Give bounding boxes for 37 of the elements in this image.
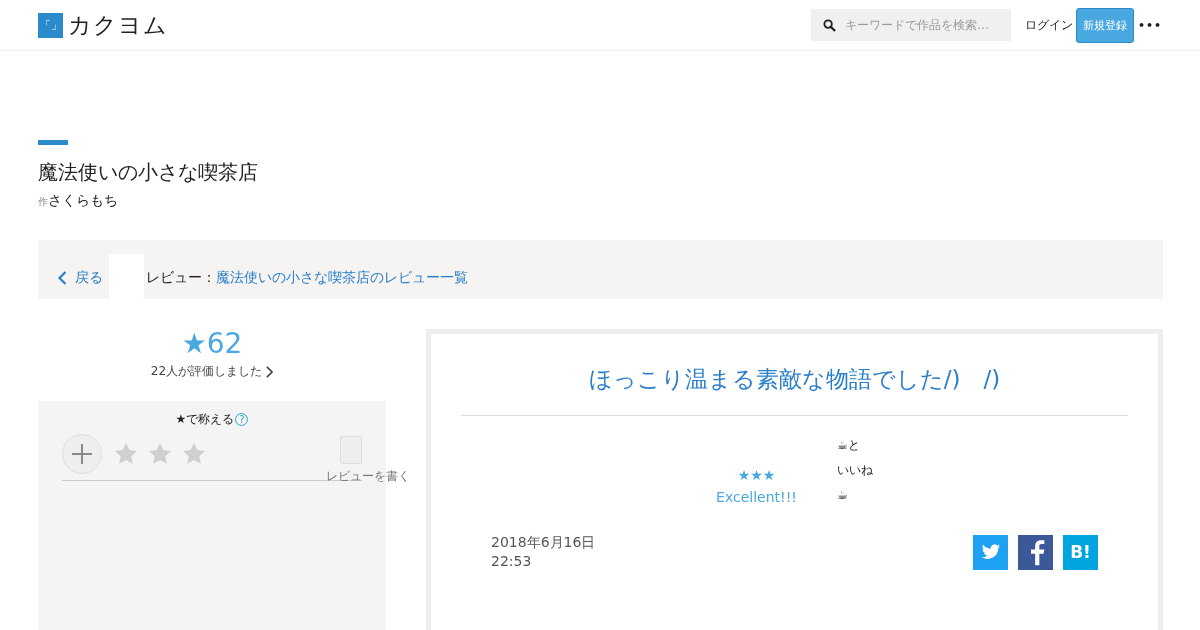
star-icon[interactable] xyxy=(148,442,172,466)
review-verdict: Excellent!!! xyxy=(716,489,797,505)
breadcrumb-label: レビュー： xyxy=(146,269,216,287)
bird-icon xyxy=(980,542,1001,562)
hatena-share-button[interactable]: B! xyxy=(1063,534,1098,570)
twitter-share-button[interactable] xyxy=(973,534,1008,570)
search-field[interactable]: キーワードで作品を検索… xyxy=(810,9,1011,41)
accent-bar xyxy=(38,140,68,145)
back-link[interactable]: 戻る xyxy=(58,269,103,287)
login-link[interactable]: ログイン xyxy=(1024,16,1073,34)
praise-title: ★で称える xyxy=(175,411,235,428)
logo-text[interactable]: カクヨム xyxy=(68,9,168,41)
chevron-right-icon xyxy=(266,365,274,378)
star-rating[interactable] xyxy=(114,442,206,466)
reviewer-count-link[interactable]: 22人が評価しました xyxy=(150,363,274,380)
review-time: 22:53 xyxy=(491,552,533,571)
review-stars: ★★★ xyxy=(737,467,776,483)
review-text-line: ☕ xyxy=(836,487,849,504)
review-title[interactable]: ほっこり温まる素敵な物語でした/) /) xyxy=(461,334,1128,416)
plus-button[interactable] xyxy=(62,434,102,474)
review-text-line: いいね xyxy=(836,462,873,479)
star-total: ★62 xyxy=(181,329,243,359)
star-icon[interactable] xyxy=(114,442,138,466)
logo-mark[interactable]: 「」 xyxy=(38,12,63,38)
plus-icon xyxy=(72,444,92,464)
review-text-line: ☕と xyxy=(836,437,861,454)
facebook-share-button[interactable] xyxy=(1018,534,1053,570)
signup-button[interactable]: 新規登録 xyxy=(1075,7,1134,43)
write-review-label[interactable]: レビューを書く xyxy=(326,468,410,485)
author-name[interactable]: さくらもち xyxy=(48,192,118,210)
breadcrumb-link[interactable]: 魔法使いの小さな喫茶店のレビュー一覧 xyxy=(216,269,468,287)
work-title[interactable]: 魔法使いの小さな喫茶店 xyxy=(38,159,1163,186)
author-prefix: 作 xyxy=(38,196,48,209)
chevron-left-icon xyxy=(58,271,67,285)
more-icon[interactable]: ••• xyxy=(1137,18,1162,32)
review-date: 2018年6月16日 xyxy=(491,533,596,552)
star-icon[interactable] xyxy=(182,442,206,466)
